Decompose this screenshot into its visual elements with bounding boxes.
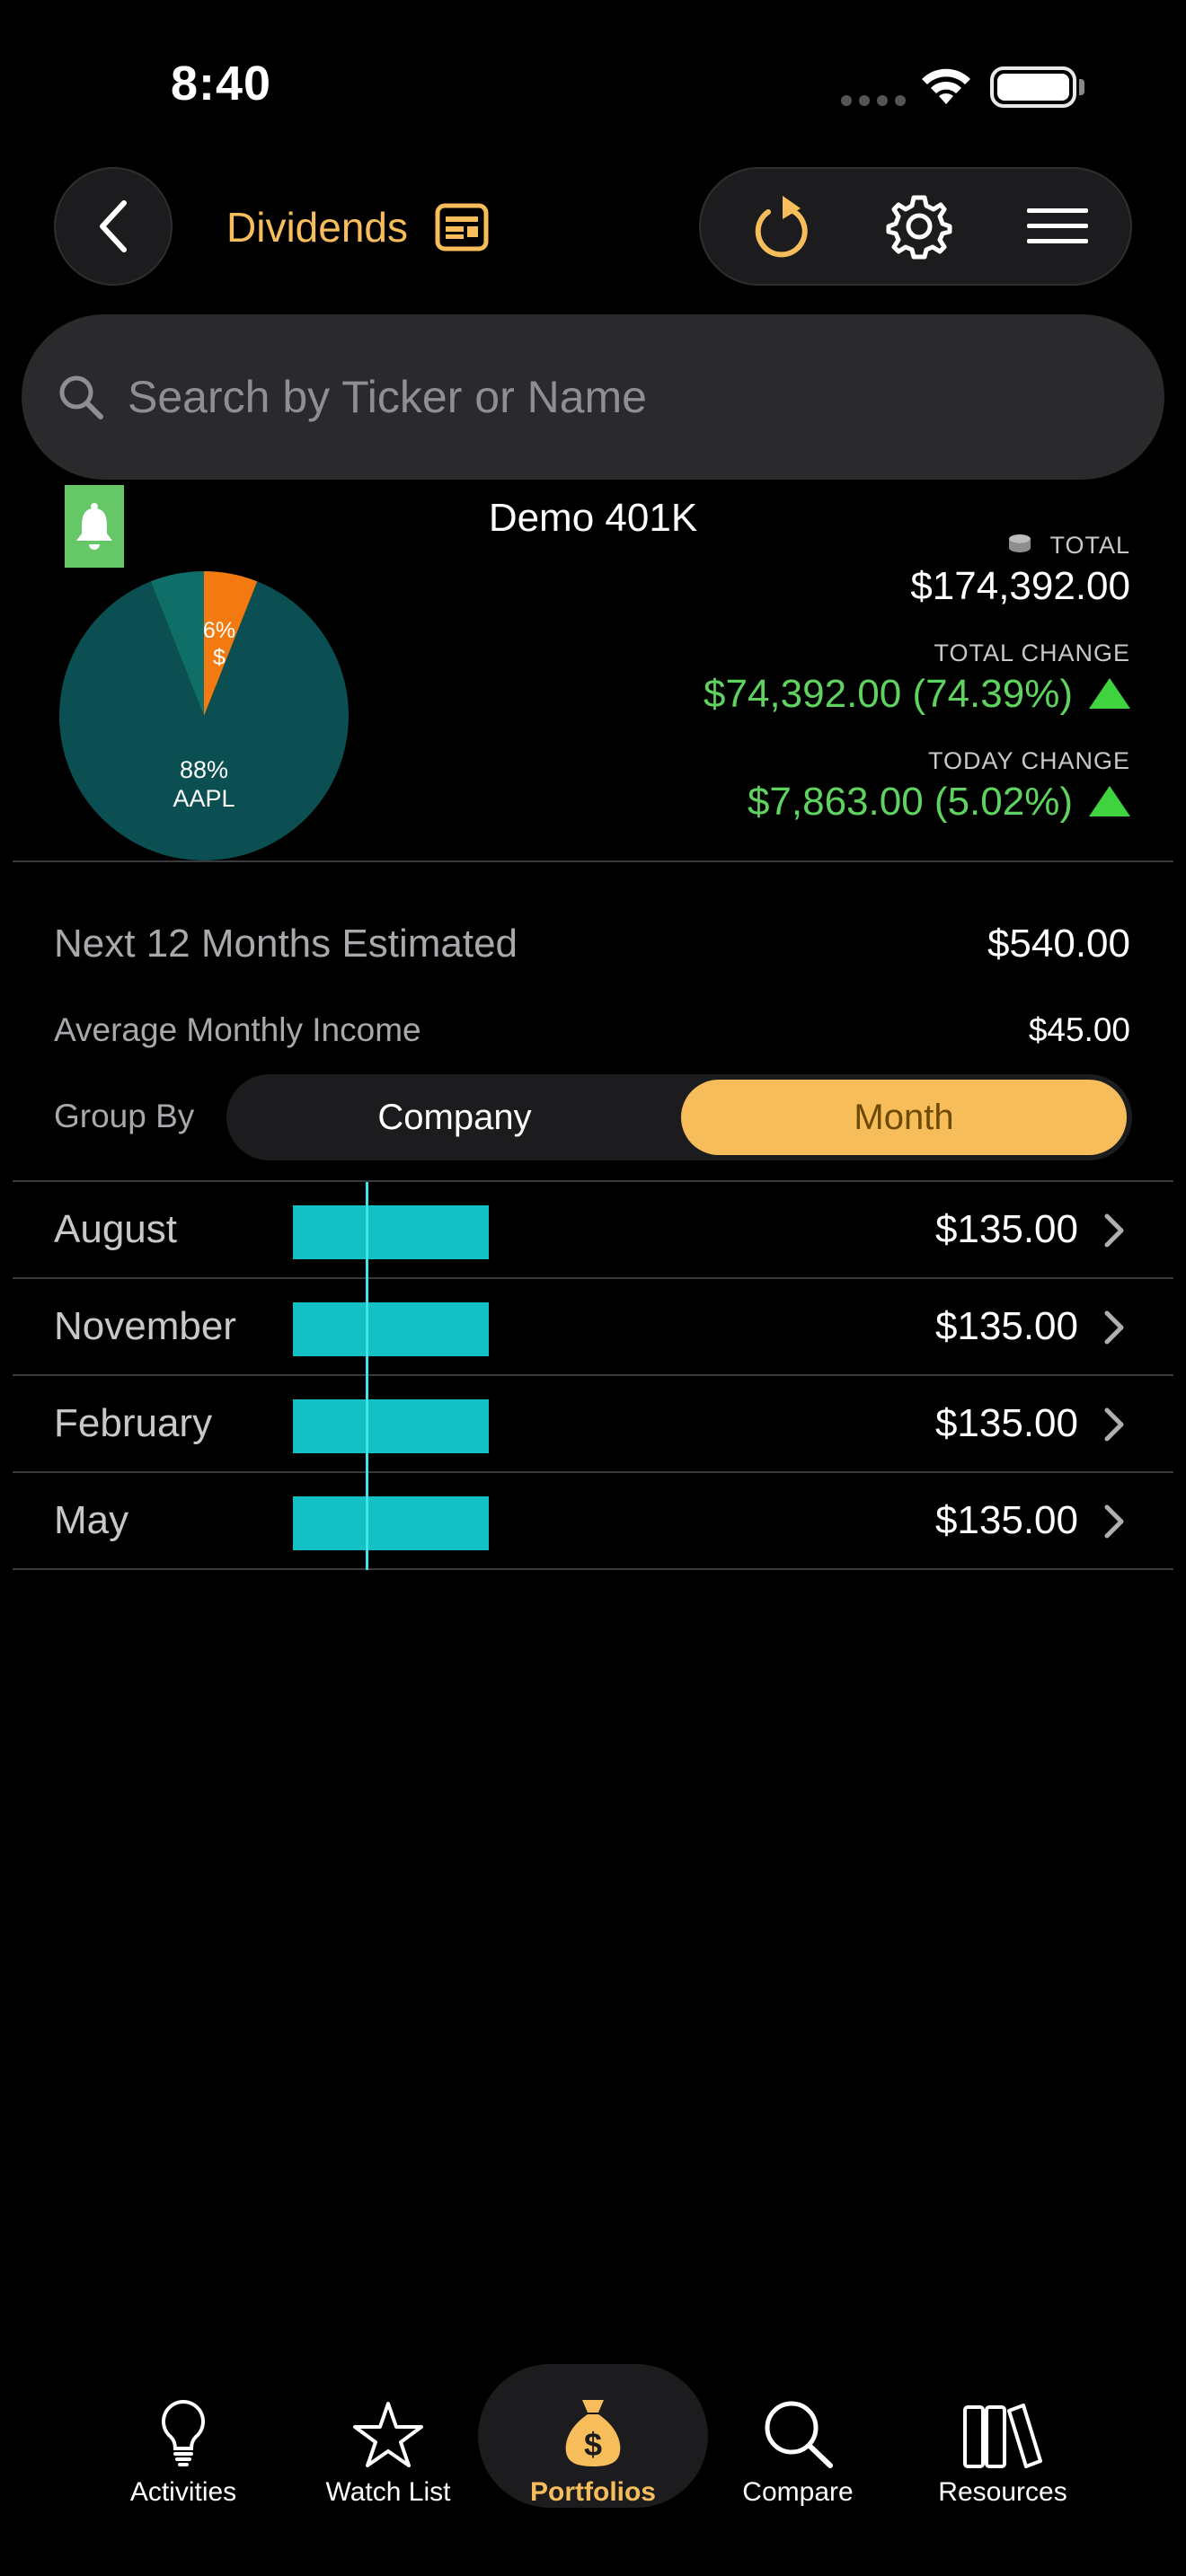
average-monthly-income-label: Average Monthly Income <box>54 1011 421 1048</box>
next-12-months-label: Next 12 Months Estimated <box>54 922 518 966</box>
tab-label: Portfolios <box>530 2477 656 2507</box>
tab-label: Compare <box>742 2477 854 2507</box>
month-amount-bar <box>293 1205 489 1259</box>
svg-text:$: $ <box>584 2426 602 2463</box>
total-change-value: $74,392.00 (74.39%) <box>704 672 1073 716</box>
search-bar[interactable] <box>22 314 1164 480</box>
page-title: Dividends <box>226 204 408 251</box>
group-by-segmented-control: Company Month <box>226 1074 1132 1160</box>
tab-watch-list[interactable]: Watch List <box>307 2382 469 2508</box>
search-icon <box>59 375 103 419</box>
month-name: August <box>54 1207 177 1251</box>
pie-label-aapl-percent: 88% <box>180 756 228 783</box>
menu-button[interactable] <box>999 169 1116 284</box>
chevron-right-icon <box>1104 1504 1124 1539</box>
status-time: 8:40 <box>171 57 272 110</box>
money-bag-icon: $ <box>565 2400 621 2466</box>
total-change-row: $74,392.00 (74.39%) <box>704 672 1130 717</box>
average-monthly-income-value: $45.00 <box>1028 1011 1130 1048</box>
star-icon <box>353 2402 423 2467</box>
chevron-right-icon <box>1104 1213 1124 1248</box>
month-amount-bar <box>293 1399 489 1453</box>
month-row[interactable]: November $135.00 <box>13 1279 1173 1376</box>
today-change-value: $7,863.00 (5.02%) <box>747 780 1073 824</box>
today-change-label: TODAY CHANGE <box>927 747 1130 774</box>
search-input[interactable] <box>128 371 1116 423</box>
gear-icon <box>886 195 952 260</box>
total-label: TOTAL <box>1049 532 1130 559</box>
segment-company[interactable]: Company <box>232 1080 677 1155</box>
month-name: November <box>54 1304 236 1348</box>
month-amount-bar <box>293 1496 489 1550</box>
month-amount: $135.00 <box>934 1207 1078 1251</box>
segment-month[interactable]: Month <box>681 1080 1127 1155</box>
next-12-months-value: $540.00 <box>987 922 1130 966</box>
total-change-label: TOTAL CHANGE <box>934 640 1130 666</box>
refresh-icon <box>755 196 808 258</box>
tab-activities[interactable]: Activities <box>102 2382 264 2508</box>
lightbulb-icon <box>161 2399 206 2466</box>
alert-button[interactable] <box>65 485 124 568</box>
tab-label: Activities <box>129 2477 237 2507</box>
allocation-pie-chart[interactable]: 88% AAPL 6% $ <box>58 569 350 862</box>
books-icon <box>963 2404 1042 2468</box>
up-arrow-icon <box>1089 678 1130 709</box>
tab-compare[interactable]: Compare <box>717 2382 879 2508</box>
back-button[interactable] <box>54 167 173 286</box>
month-amount: $135.00 <box>934 1401 1078 1445</box>
average-marker-line <box>366 1182 368 1570</box>
pie-label-cash-percent: 6% <box>203 618 235 643</box>
settings-button[interactable] <box>861 169 978 284</box>
tab-label: Resources <box>938 2477 1067 2507</box>
month-name: February <box>54 1401 213 1445</box>
battery-nub <box>1079 79 1084 95</box>
chevron-right-icon <box>1104 1407 1124 1442</box>
coins-icon <box>1009 534 1031 552</box>
dividend-card-icon[interactable] <box>435 203 489 251</box>
cellular-signal-icon <box>841 95 906 106</box>
group-by-label: Group By <box>54 1098 195 1134</box>
chevron-left-icon <box>100 200 127 252</box>
month-row[interactable]: August $135.00 <box>13 1182 1173 1279</box>
month-amount: $135.00 <box>934 1498 1078 1542</box>
portfolio-name: Demo 401K <box>488 496 698 540</box>
divider <box>13 860 1173 862</box>
month-amount: $135.00 <box>934 1304 1078 1348</box>
month-name: May <box>54 1498 129 1542</box>
tab-resources[interactable]: Resources <box>922 2382 1084 2508</box>
month-row[interactable]: May $135.00 <box>13 1473 1173 1570</box>
tab-label: Watch List <box>325 2477 451 2507</box>
magnifier-icon <box>765 2401 833 2468</box>
chevron-right-icon <box>1104 1310 1124 1345</box>
tab-portfolios[interactable]: $ Portfolios <box>512 2382 674 2508</box>
toolbar <box>699 167 1132 286</box>
month-row[interactable]: February $135.00 <box>13 1376 1173 1473</box>
wifi-icon <box>922 68 970 104</box>
hamburger-menu-icon <box>1027 208 1088 243</box>
up-arrow-icon <box>1089 786 1130 816</box>
total-value: $174,392.00 <box>910 564 1130 608</box>
bell-icon <box>76 503 112 550</box>
month-amount-bar <box>293 1302 489 1356</box>
today-change-row: $7,863.00 (5.02%) <box>748 780 1130 825</box>
battery-icon <box>990 66 1076 108</box>
pie-label-aapl-ticker: AAPL <box>173 785 235 812</box>
refresh-button[interactable] <box>722 169 839 284</box>
